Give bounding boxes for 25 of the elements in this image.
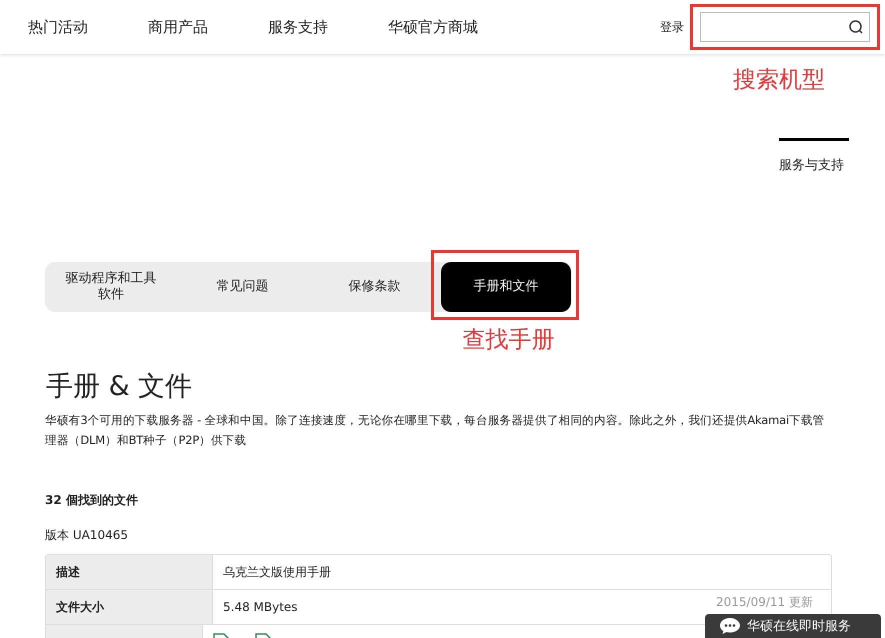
table-cell: 描述: [46, 555, 213, 589]
annotation-label: 搜索机型: [733, 66, 825, 95]
search-icon: [849, 20, 863, 34]
login-link[interactable]: 登录: [660, 18, 684, 36]
table-cell: 文件大小: [46, 590, 213, 624]
nav-link[interactable]: 商用产品: [148, 18, 208, 36]
chat-button[interactable]: 华硕在线即时服务: [705, 614, 881, 638]
table-cell: 乌克兰文版使用手册: [223, 564, 331, 580]
version-label: 版本 UA10465: [45, 527, 129, 544]
tab[interactable]: 驱动程序和工具软件: [62, 271, 159, 303]
result-count: 32 個找到的文件: [45, 492, 139, 509]
nav-link[interactable]: 服务支持: [268, 18, 328, 36]
chat-icon: [719, 617, 741, 635]
annotation-label: 查找手册: [462, 326, 554, 355]
tab[interactable]: 手册和文件: [441, 262, 572, 312]
page-heading: 手册 & 文件: [46, 370, 194, 404]
nav-link[interactable]: 热门活动: [28, 18, 88, 36]
intro-text: 华硕有3个可用的下载服务器 - 全球和中国。除了连接速度，无论你在哪里下载，每台服务器提供了相同的内容。除此之外，我们还提供Akamai下载管理器（DLM）和BT种子（P2P）供下载: [45, 412, 826, 449]
section-link[interactable]: 服务与支持: [779, 138, 849, 176]
tab[interactable]: 常见问题: [194, 279, 291, 295]
table-cell: 5.48 MBytes: [223, 600, 298, 614]
update-date: 2015/09/11 更新: [716, 594, 813, 611]
search-field[interactable]: [700, 12, 870, 42]
nav-link[interactable]: 华硕官方商城: [388, 18, 478, 36]
tab[interactable]: 保修条款: [326, 279, 422, 295]
